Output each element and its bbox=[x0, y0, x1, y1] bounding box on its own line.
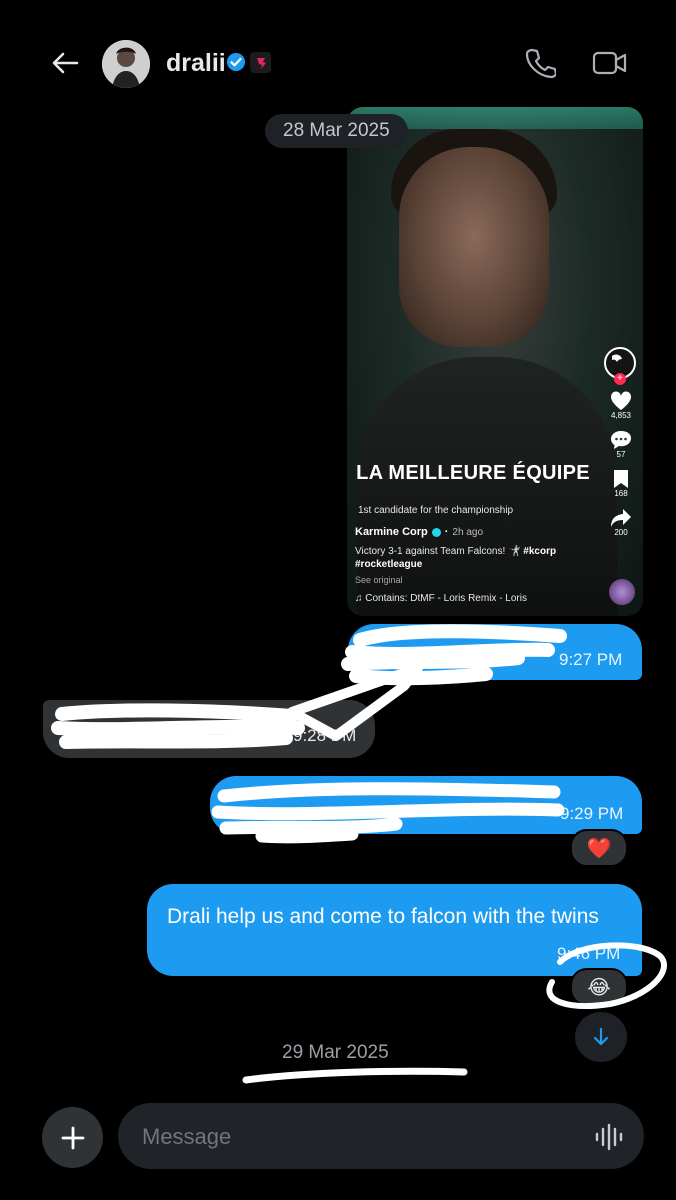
username[interactable]: dralii bbox=[166, 46, 226, 80]
message-time: 9:27 PM bbox=[559, 650, 623, 669]
message-reaction[interactable]: 😂 bbox=[570, 968, 628, 1006]
scroll-to-bottom-button[interactable] bbox=[575, 1012, 627, 1062]
hashtag[interactable]: #kcorp bbox=[523, 546, 556, 557]
video-headline: LA MEILLEURE ÉQUIPE bbox=[356, 462, 590, 484]
message-time: 9:28 PM bbox=[293, 726, 357, 745]
video-author[interactable]: Karmine Corp · 2h ago bbox=[355, 526, 483, 538]
video-description: Victory 3-1 against Team Falcons! 🤺 #kco… bbox=[355, 545, 570, 571]
affiliate-logo-icon[interactable] bbox=[250, 52, 271, 73]
waveform-icon[interactable] bbox=[594, 1123, 624, 1151]
message-bubble-outgoing[interactable]: Drali help us and come to falcon with th… bbox=[147, 884, 642, 976]
comment-count: 57 bbox=[616, 450, 626, 459]
share-action[interactable]: 200 bbox=[604, 508, 638, 537]
share-count: 200 bbox=[614, 528, 628, 537]
avatar[interactable] bbox=[102, 40, 150, 88]
video-subject-face bbox=[399, 147, 549, 347]
like-action[interactable]: 4,853 bbox=[604, 391, 638, 420]
plus-icon bbox=[61, 1126, 84, 1149]
arrow-down-icon bbox=[593, 1027, 609, 1046]
verified-badge-icon bbox=[226, 52, 246, 72]
message-time: 9:46 PM bbox=[557, 944, 621, 963]
message-bubble-outgoing[interactable]: 9:27 PM bbox=[348, 624, 642, 680]
see-original-link[interactable]: See original bbox=[355, 575, 403, 585]
creator-profile-icon[interactable]: + bbox=[604, 347, 636, 385]
message-composer[interactable] bbox=[118, 1103, 644, 1169]
date-separator: 29 Mar 2025 bbox=[282, 1042, 389, 1063]
video-camera-icon[interactable] bbox=[592, 48, 628, 78]
description-text: Victory 3-1 against Team Falcons! 🤺 bbox=[355, 546, 521, 557]
arrow-left-icon bbox=[52, 52, 79, 74]
message-bubble-incoming[interactable]: 9:28 PM bbox=[43, 700, 375, 758]
like-count: 4,853 bbox=[610, 411, 632, 420]
message-time: 9:29 PM bbox=[560, 804, 624, 823]
video-action-rail: + 4,853 57 168 200 bbox=[604, 347, 638, 547]
back-button[interactable] bbox=[48, 46, 82, 80]
date-separator: 28 Mar 2025 bbox=[265, 114, 408, 148]
comment-action[interactable]: 57 bbox=[604, 430, 638, 459]
hashtag[interactable]: #rocketleague bbox=[355, 559, 422, 570]
share-arrow-icon bbox=[611, 509, 631, 527]
message-input[interactable] bbox=[140, 1117, 564, 1157]
verified-dot-icon bbox=[431, 527, 441, 537]
music-credit: ♫ Contains: DtMF - Loris Remix - Loris bbox=[355, 593, 527, 604]
comment-icon bbox=[611, 431, 631, 449]
message-reaction[interactable]: ❤️ bbox=[570, 829, 628, 867]
music-disc-icon[interactable] bbox=[609, 579, 635, 605]
heart-icon bbox=[610, 391, 632, 410]
save-count: 168 bbox=[614, 489, 628, 498]
video-caption: 1st candidate for the championship bbox=[358, 505, 514, 516]
message-text: Drali help us and come to falcon with th… bbox=[167, 905, 599, 928]
message-bubble-outgoing[interactable]: 9:29 PM bbox=[210, 776, 642, 834]
bookmark-icon bbox=[614, 470, 628, 488]
phone-icon[interactable] bbox=[524, 46, 558, 80]
author-name[interactable]: Karmine Corp bbox=[355, 526, 428, 538]
save-action[interactable]: 168 bbox=[604, 469, 638, 498]
shared-video-card[interactable]: LA MEILLEURE ÉQUIPE 1st candidate for th… bbox=[347, 107, 643, 616]
add-attachment-button[interactable] bbox=[42, 1107, 103, 1168]
follow-plus-icon[interactable]: + bbox=[614, 373, 626, 385]
post-age: 2h ago bbox=[452, 526, 484, 538]
bullet-separator: · bbox=[444, 526, 449, 538]
